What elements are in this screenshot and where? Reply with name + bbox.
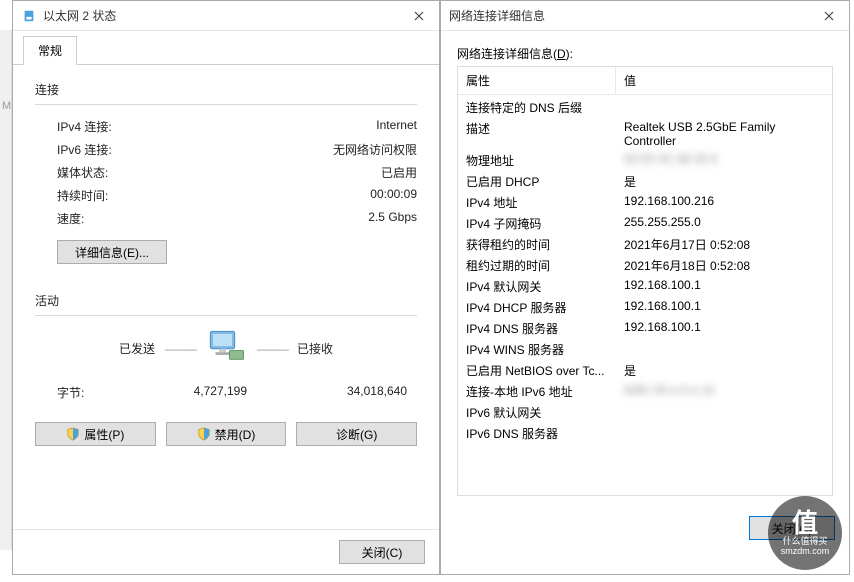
sent-label: 已发送	[119, 340, 155, 357]
property-cell: 连接-本地 IPv6 地址	[466, 383, 624, 400]
property-cell: IPv4 默认网关	[466, 278, 624, 295]
property-cell: 已启用 NetBIOS over Tc...	[466, 362, 624, 379]
property-cell: IPv4 地址	[466, 194, 624, 211]
property-cell: IPv4 WINS 服务器	[466, 341, 624, 358]
value-cell: 是	[624, 173, 824, 190]
duration-label: 持续时间:	[57, 187, 108, 204]
table-row[interactable]: IPv4 DHCP 服务器192.168.100.1	[458, 297, 832, 318]
monitor-icon	[205, 326, 247, 371]
value-cell	[624, 99, 824, 116]
ipv6-conn-value: 无网络访问权限	[333, 141, 417, 158]
shield-icon	[66, 427, 80, 441]
close-icon[interactable]	[809, 1, 849, 31]
value-cell: Realtek USB 2.5GbE Family Controller	[624, 120, 824, 148]
value-cell: 2021年6月17日 0:52:08	[624, 236, 824, 253]
table-row[interactable]: 已启用 NetBIOS over Tc...是	[458, 360, 832, 381]
table-row[interactable]: IPv4 默认网关192.168.100.1	[458, 276, 832, 297]
details-table: 属性 值 连接特定的 DNS 后缀描述Realtek USB 2.5GbE Fa…	[457, 66, 833, 496]
bytes-label: 字节:	[57, 384, 157, 401]
ethernet-icon	[21, 8, 37, 24]
property-cell: 物理地址	[466, 152, 624, 169]
window-title: 网络连接详细信息	[449, 7, 545, 24]
ipv6-conn-label: IPv6 连接:	[57, 141, 112, 158]
value-cell: 2021年6月18日 0:52:08	[624, 257, 824, 274]
property-cell: IPv6 默认网关	[466, 404, 624, 421]
details-heading: 网络连接详细信息(D):	[457, 45, 849, 62]
col-value[interactable]: 值	[616, 67, 832, 94]
media-state-value: 已启用	[381, 164, 417, 181]
close-button[interactable]: 关闭(C)	[339, 540, 425, 564]
table-row[interactable]: 物理地址00 E0 4C 68 05 6	[458, 150, 832, 171]
table-header: 属性 值	[458, 67, 832, 95]
disable-button[interactable]: 禁用(D)	[166, 422, 287, 446]
duration-value: 00:00:09	[370, 187, 417, 204]
table-row[interactable]: IPv6 默认网关	[458, 402, 832, 423]
close-icon[interactable]	[399, 1, 439, 31]
table-row[interactable]: 租约过期的时间2021年6月18日 0:52:08	[458, 255, 832, 276]
table-row[interactable]: 描述Realtek USB 2.5GbE Family Controller	[458, 118, 832, 150]
property-cell: 已启用 DHCP	[466, 173, 624, 190]
table-row[interactable]: IPv4 DNS 服务器192.168.100.1	[458, 318, 832, 339]
diagnose-button[interactable]: 诊断(G)	[296, 422, 417, 446]
property-cell: IPv6 DNS 服务器	[466, 425, 624, 442]
titlebar: 以太网 2 状态	[13, 1, 439, 31]
ethernet-status-window: 以太网 2 状态 常规 连接 IPv4 连接: Internet IPv6 连接:…	[12, 0, 440, 575]
table-row[interactable]: 连接特定的 DNS 后缀	[458, 97, 832, 118]
property-cell: 连接特定的 DNS 后缀	[466, 99, 624, 116]
tab-strip: 常规	[13, 37, 439, 65]
titlebar: 网络连接详细信息	[441, 1, 849, 31]
background-window-edge	[0, 30, 12, 550]
property-cell: IPv4 DHCP 服务器	[466, 299, 624, 316]
property-cell: IPv4 DNS 服务器	[466, 320, 624, 337]
table-row[interactable]: 连接-本地 IPv6 地址fe80::30 a 5 a 14	[458, 381, 832, 402]
property-cell: 获得租约的时间	[466, 236, 624, 253]
details-button[interactable]: 详细信息(E)...	[57, 240, 167, 264]
value-cell: 192.168.100.216	[624, 194, 824, 211]
col-property[interactable]: 属性	[458, 67, 616, 94]
table-row[interactable]: IPv6 DNS 服务器	[458, 423, 832, 444]
value-cell: 00 E0 4C 68 05 6	[624, 152, 824, 169]
value-cell	[624, 425, 824, 442]
value-cell	[624, 341, 824, 358]
table-row[interactable]: IPv4 子网掩码255.255.255.0	[458, 213, 832, 234]
value-cell: 192.168.100.1	[624, 299, 824, 316]
dash-icon: ———	[165, 342, 195, 356]
table-row[interactable]: 获得租约的时间2021年6月17日 0:52:08	[458, 234, 832, 255]
table-row[interactable]: IPv4 WINS 服务器	[458, 339, 832, 360]
value-cell: fe80::30 a 5 a 14	[624, 383, 824, 400]
speed-label: 速度:	[57, 210, 84, 227]
tab-general[interactable]: 常规	[23, 36, 77, 65]
media-state-label: 媒体状态:	[57, 164, 108, 181]
group-connection-label: 连接	[35, 81, 417, 98]
watermark: 值 什么值得买 smzdm.com	[768, 496, 842, 570]
property-cell: 租约过期的时间	[466, 257, 624, 274]
group-activity-label: 活动	[35, 292, 417, 309]
bytes-received-value: 34,018,640	[317, 384, 417, 401]
bytes-sent-value: 4,727,199	[157, 384, 317, 401]
property-cell: IPv4 子网掩码	[466, 215, 624, 232]
ipv4-conn-value: Internet	[376, 118, 417, 135]
property-cell: 描述	[466, 120, 624, 148]
dash-icon: ———	[257, 342, 287, 356]
value-cell	[624, 404, 824, 421]
value-cell: 192.168.100.1	[624, 278, 824, 295]
window-title: 以太网 2 状态	[43, 7, 116, 24]
table-row[interactable]: IPv4 地址192.168.100.216	[458, 192, 832, 213]
ipv4-conn-label: IPv4 连接:	[57, 118, 112, 135]
speed-value: 2.5 Gbps	[368, 210, 417, 227]
activity-diagram: 已发送 ——— ——— 已接收	[35, 326, 417, 371]
value-cell: 是	[624, 362, 824, 379]
value-cell: 255.255.255.0	[624, 215, 824, 232]
received-label: 已接收	[297, 340, 333, 357]
shield-icon	[197, 427, 211, 441]
network-details-window: 网络连接详细信息 网络连接详细信息(D): 属性 值 连接特定的 DNS 后缀描…	[440, 0, 850, 575]
properties-button[interactable]: 属性(P)	[35, 422, 156, 446]
table-row[interactable]: 已启用 DHCP是	[458, 171, 832, 192]
value-cell: 192.168.100.1	[624, 320, 824, 337]
